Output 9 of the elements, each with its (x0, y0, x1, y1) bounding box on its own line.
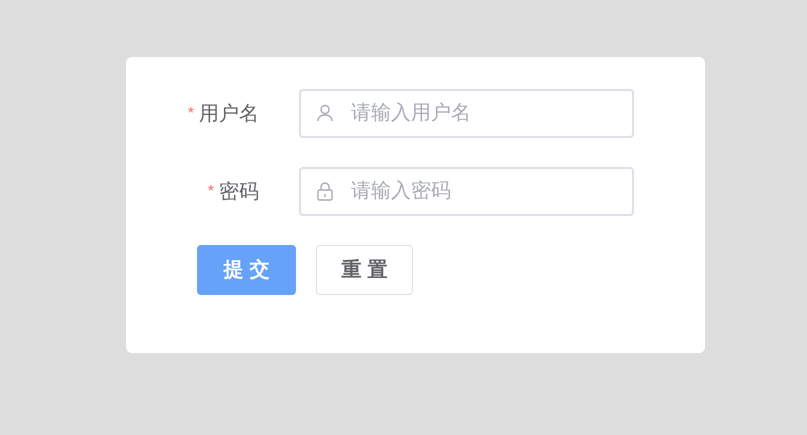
username-field[interactable]: 请输入用户名 (299, 89, 634, 138)
field-label: 密码 (219, 180, 259, 204)
reset-button[interactable]: 重 置 (316, 245, 413, 295)
lock-icon (317, 182, 333, 201)
password-field[interactable]: 请输入密码 (299, 167, 634, 216)
user-icon (317, 104, 333, 122)
field-label: 用户名 (199, 102, 259, 126)
required-asterisk: * (188, 104, 194, 124)
required-asterisk: * (208, 182, 214, 202)
